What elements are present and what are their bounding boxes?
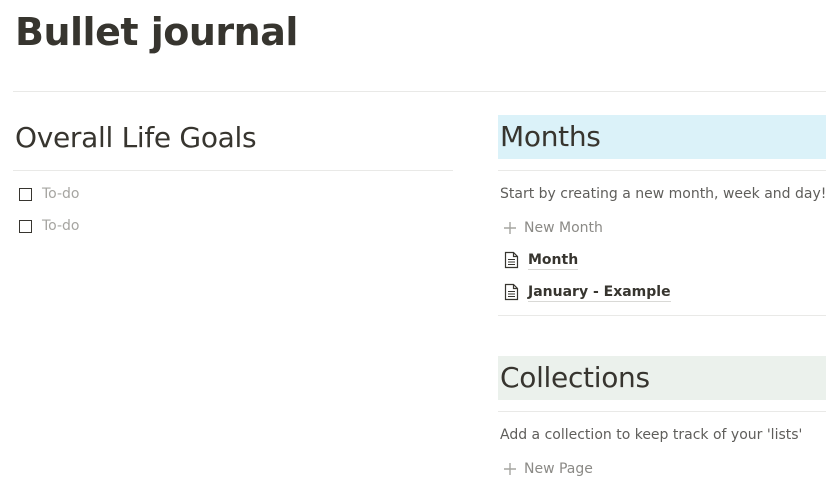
months-heading-divider [498, 170, 826, 171]
plus-icon [500, 459, 520, 479]
new-page-button[interactable]: New Page [500, 459, 593, 479]
page-title: Bullet journal [15, 10, 298, 54]
title-divider [13, 91, 826, 92]
collections-heading: Collections [498, 356, 826, 400]
new-month-button[interactable]: New Month [500, 218, 603, 238]
page-link-january-example[interactable]: January - Example [502, 281, 671, 303]
todo-placeholder[interactable]: To-do [42, 218, 80, 234]
collections-description: Add a collection to keep track of your '… [500, 427, 803, 443]
page-icon [502, 282, 520, 302]
new-month-label[interactable]: New Month [524, 220, 603, 236]
todo-item[interactable]: To-do [19, 184, 80, 204]
checkbox[interactable] [19, 219, 32, 233]
todo-placeholder[interactable]: To-do [42, 186, 80, 202]
page-icon [502, 250, 520, 270]
page-link-label[interactable]: January - Example [528, 283, 671, 302]
todo-item[interactable]: To-do [19, 216, 80, 236]
page-link-month[interactable]: Month [502, 249, 579, 271]
plus-icon [500, 218, 520, 238]
months-section-divider [498, 315, 826, 316]
checkbox[interactable] [19, 187, 32, 201]
months-description: Start by creating a new month, week and … [500, 186, 826, 202]
new-page-label[interactable]: New Page [524, 461, 593, 477]
page-link-label[interactable]: Month [528, 251, 579, 270]
life-goals-divider [13, 170, 453, 171]
months-heading: Months [498, 115, 826, 159]
life-goals-heading: Overall Life Goals [15, 121, 257, 154]
collections-heading-divider [498, 411, 826, 412]
